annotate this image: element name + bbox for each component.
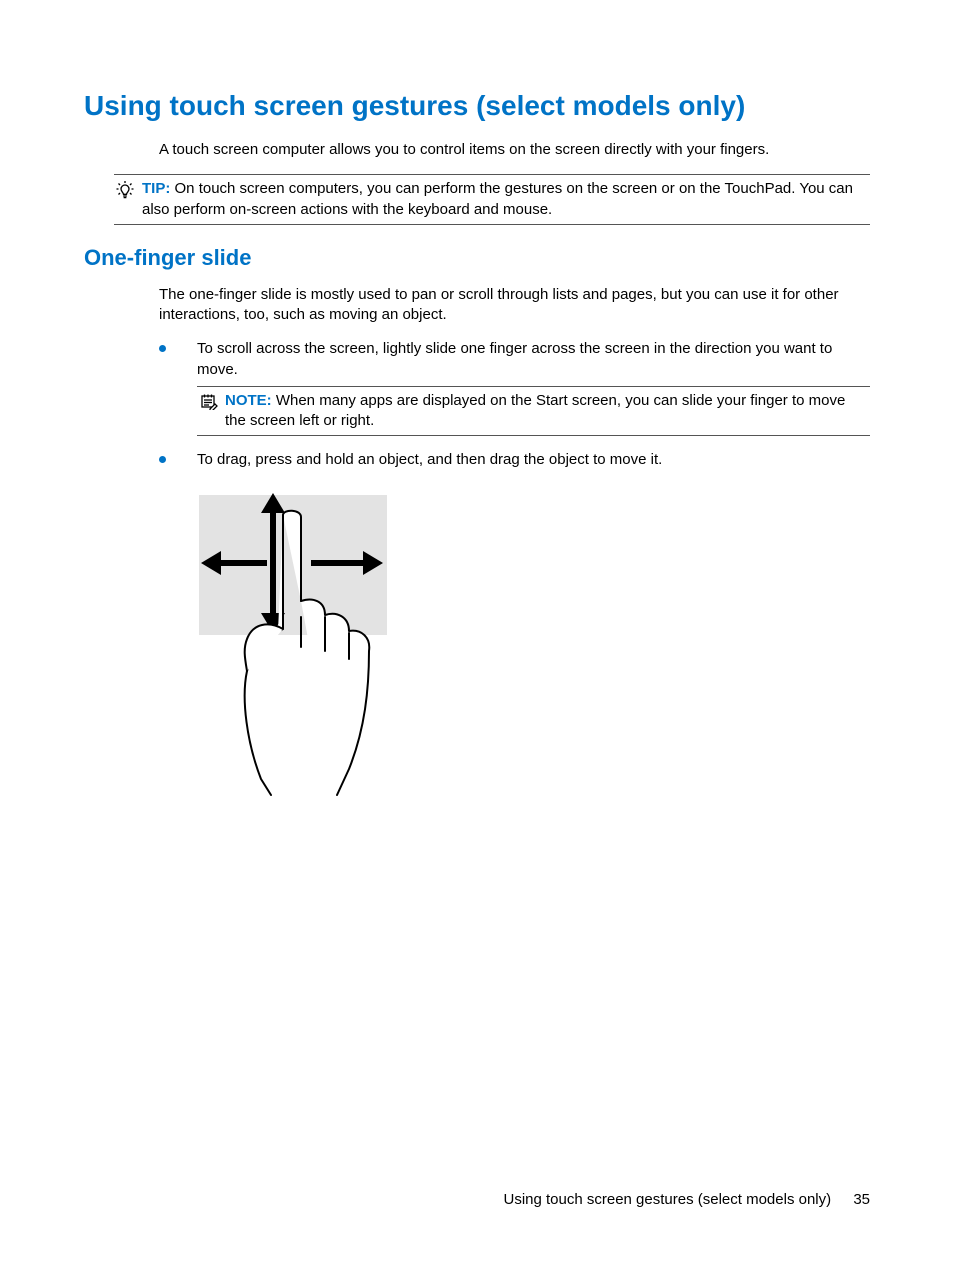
tip-icon: [114, 179, 136, 202]
tip-callout: TIP: On touch screen computers, you can …: [114, 174, 870, 225]
page-heading: Using touch screen gestures (select mode…: [84, 90, 870, 122]
footer-page-number: 35: [853, 1191, 870, 1208]
note-label: NOTE:: [225, 392, 272, 409]
tip-label: TIP:: [142, 180, 170, 197]
tip-body: TIP: On touch screen computers, you can …: [142, 179, 870, 220]
section-heading: One-finger slide: [84, 245, 870, 271]
bullet-text-1: To scroll across the screen, lightly sli…: [197, 340, 832, 377]
intro-paragraph: A touch screen computer allows you to co…: [159, 140, 870, 160]
note-text: When many apps are displayed on the Star…: [225, 392, 845, 429]
tip-text: On touch screen computers, you can perfo…: [142, 180, 853, 217]
footer-title: Using touch screen gestures (select mode…: [503, 1191, 831, 1208]
note-callout: NOTE: When many apps are displayed on th…: [197, 386, 870, 437]
list-item: To drag, press and hold an object, and t…: [159, 450, 870, 470]
gesture-illustration: [197, 489, 870, 803]
list-item: To scroll across the screen, lightly sli…: [159, 339, 870, 436]
note-body: NOTE: When many apps are displayed on th…: [225, 391, 870, 432]
bullet-text-2: To drag, press and hold an object, and t…: [197, 451, 662, 468]
note-icon: [197, 391, 219, 410]
page-footer: Using touch screen gestures (select mode…: [503, 1191, 870, 1208]
section-paragraph: The one-finger slide is mostly used to p…: [159, 285, 870, 326]
